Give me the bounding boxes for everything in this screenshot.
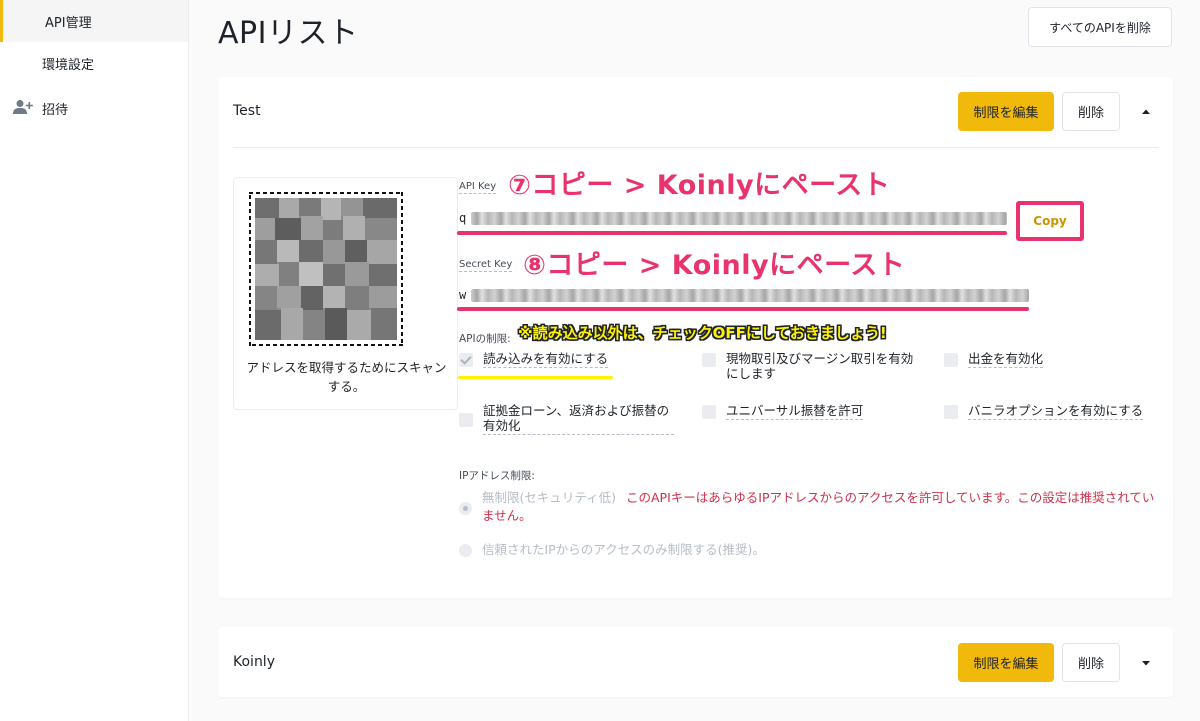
api-restrictions-label: APIの制限: — [459, 333, 511, 345]
permission-label: 現物取引及びマージン取引を有効にします — [726, 351, 914, 381]
secret-key-redacted — [471, 289, 1029, 302]
checkbox-vanilla-options[interactable] — [944, 405, 958, 419]
sidebar: API管理 環境設定 招待 — [0, 0, 189, 721]
ip-option-label: 信頼されたIPからのアクセスのみ制限する(推奨)。 — [482, 542, 765, 557]
api-name: Test — [233, 103, 261, 119]
card-divider — [233, 147, 1158, 148]
api-card-test: Test 制限を編集 削除 アドレスを取得するためにスキャンする。 API Ke… — [218, 77, 1173, 598]
permission-vanilla-options[interactable]: バニラオプションを有効にする — [944, 403, 1144, 420]
api-key-redacted — [471, 212, 1007, 225]
permission-universal-transfer[interactable]: ユニバーサル振替を許可 — [702, 403, 864, 420]
read-highlight-underline — [458, 376, 613, 379]
sidebar-item-settings[interactable]: 環境設定 — [0, 42, 188, 84]
permission-label: バニラオプションを有効にする — [968, 403, 1144, 420]
edit-restrictions-button[interactable]: 制限を編集 — [958, 92, 1054, 131]
permission-spot-margin[interactable]: 現物取引及びマージン取引を有効にします — [702, 351, 922, 382]
permission-label: ユニバーサル振替を許可 — [726, 403, 864, 420]
permission-label: 出金を有効化 — [968, 351, 1044, 368]
api-card-koinly: Koinly 制限を編集 削除 — [218, 627, 1173, 697]
permission-label: 読み込みを有効にする — [483, 351, 609, 368]
permission-withdraw[interactable]: 出金を有効化 — [944, 351, 1044, 368]
checkbox-spot-margin[interactable] — [702, 353, 716, 367]
sidebar-item-label: API管理 — [45, 15, 92, 31]
sidebar-item-label: 招待 — [42, 102, 69, 118]
secret-key-value: w — [459, 288, 467, 302]
radio-unrestricted[interactable] — [459, 502, 472, 515]
expand-caret-icon[interactable] — [1140, 657, 1152, 669]
annotation-warning: ※読み込み以外は、チェックOFFにしておきましょう! — [518, 324, 887, 342]
delete-all-api-button[interactable]: すべてのAPIを削除 — [1028, 7, 1172, 47]
qr-caption: アドレスを取得するためにスキャンする。 — [246, 360, 447, 394]
delete-api-button[interactable]: 削除 — [1062, 643, 1120, 682]
checkbox-withdraw[interactable] — [944, 353, 958, 367]
edit-restrictions-button[interactable]: 制限を編集 — [958, 643, 1054, 682]
delete-api-button[interactable]: 削除 — [1062, 92, 1120, 131]
permission-margin-loan[interactable]: 証拠金ローン、返済および振替の有効化 — [459, 403, 674, 435]
sidebar-item-invite[interactable]: 招待 — [0, 87, 188, 129]
secret-key-label: Secret Key — [459, 259, 513, 272]
annotation-api-key: ⑦コピー > Koinlyにペースト — [508, 170, 891, 201]
qr-code-panel: アドレスを取得するためにスキャンする。 — [233, 177, 458, 410]
ip-option-unrestricted: 無制限(セキュリティ低) このAPIキーはあらゆるIPアドレスからのアクセスを許… — [459, 489, 1159, 525]
checkbox-read[interactable] — [459, 353, 473, 367]
api-key-label: API Key — [459, 181, 497, 194]
radio-trusted-ip[interactable] — [459, 544, 472, 557]
permission-label: 証拠金ローン、返済および振替の有効化 — [483, 403, 674, 435]
sidebar-item-api-management[interactable]: API管理 — [0, 0, 188, 42]
page-title: APIリスト — [218, 16, 359, 51]
permission-read[interactable]: 読み込みを有効にする — [459, 351, 609, 368]
ip-option-trusted: 信頼されたIPからのアクセスのみ制限する(推奨)。 — [459, 541, 765, 559]
add-user-icon — [13, 100, 33, 114]
api-key-value: q — [459, 211, 467, 225]
copy-api-key-button[interactable]: Copy — [1016, 201, 1084, 241]
sidebar-item-label: 環境設定 — [42, 57, 95, 73]
checkbox-universal-transfer[interactable] — [702, 405, 716, 419]
annotation-secret-key: ⑧コピー > Koinlyにペースト — [523, 250, 906, 281]
ip-option-label: 無制限(セキュリティ低) — [482, 490, 617, 505]
collapse-caret-icon[interactable] — [1140, 106, 1152, 118]
api-key-underline — [457, 231, 1007, 235]
ip-restriction-label: IPアドレス制限: — [459, 470, 535, 482]
checkbox-margin-loan[interactable] — [459, 413, 473, 427]
api-name: Koinly — [233, 654, 275, 670]
qr-code-image — [249, 192, 403, 346]
secret-key-underline — [457, 307, 1029, 311]
